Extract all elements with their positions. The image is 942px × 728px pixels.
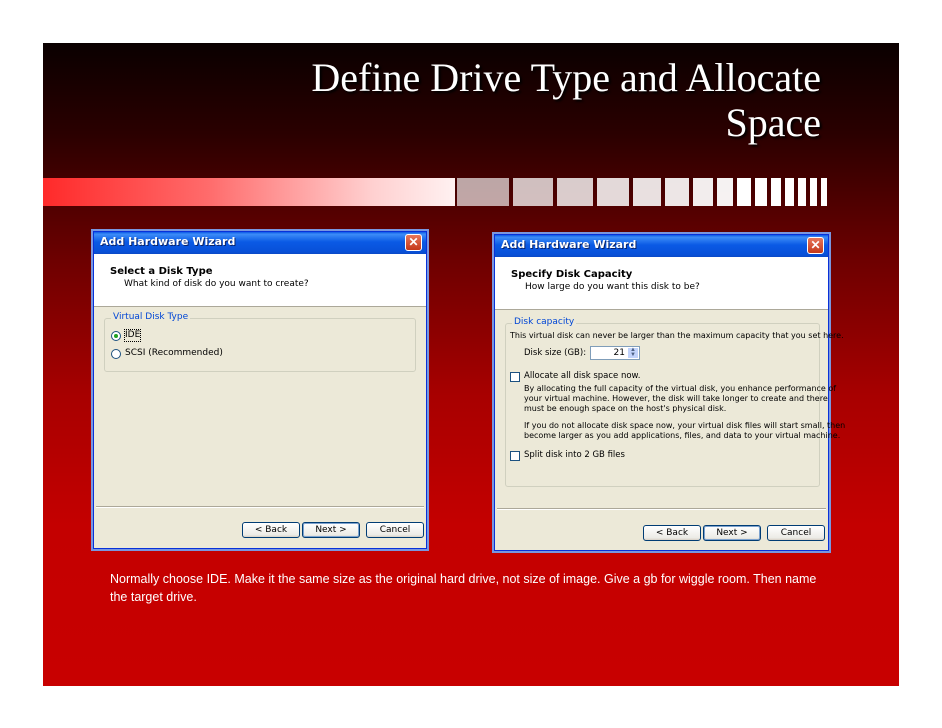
header-subtitle: What kind of disk do you want to create? xyxy=(124,279,309,289)
decorative-square xyxy=(633,178,661,206)
decorative-square xyxy=(798,178,806,206)
slide-title: Define Drive Type and Allocate Space xyxy=(101,55,821,145)
slide-title-line1: Define Drive Type and Allocate xyxy=(311,55,821,100)
ide-label[interactable]: IDE xyxy=(123,329,142,342)
group-label: Disk capacity xyxy=(512,317,577,327)
allocate-desc-2: your virtual machine. However, the disk … xyxy=(524,394,828,403)
split-label[interactable]: Split disk into 2 GB files xyxy=(524,450,625,461)
allocate-checkbox[interactable] xyxy=(510,372,520,382)
cancel-button[interactable]: Cancel xyxy=(767,525,825,541)
decorative-square xyxy=(693,178,713,206)
window-title: Add Hardware Wizard xyxy=(501,238,637,251)
decorative-square xyxy=(810,178,817,206)
decorative-square xyxy=(717,178,733,206)
disk-type-group: Virtual Disk Type IDE SCSI (Recommended) xyxy=(104,312,416,372)
cancel-button[interactable]: Cancel xyxy=(366,522,424,538)
window-title: Add Hardware Wizard xyxy=(100,235,236,248)
close-icon[interactable]: ✕ xyxy=(405,234,422,251)
next-button[interactable]: Next > xyxy=(703,525,761,541)
disk-size-value[interactable]: 21 xyxy=(614,348,625,358)
slide-note: Normally choose IDE. Make it the same si… xyxy=(110,572,817,604)
decorative-square xyxy=(771,178,781,206)
allocate-desc-1: By allocating the full capacity of the v… xyxy=(524,384,837,393)
spin-arrows-icon[interactable]: ▲ ▼ xyxy=(628,347,638,358)
allocate-desc-3: must be enough space on the host's physi… xyxy=(524,404,727,413)
ide-radio[interactable] xyxy=(111,331,121,341)
disk-capacity-group: Disk capacity This virtual disk can neve… xyxy=(505,317,845,487)
scsi-radio[interactable] xyxy=(111,349,121,359)
decorative-square xyxy=(737,178,751,206)
next-button[interactable]: Next > xyxy=(302,522,360,538)
decorative-square xyxy=(785,178,794,206)
decorative-square xyxy=(665,178,689,206)
decorative-square xyxy=(597,178,629,206)
title-bar: Add Hardware Wizard ✕ xyxy=(495,235,828,257)
decorative-square xyxy=(457,178,509,206)
back-button[interactable]: < Back xyxy=(242,522,300,538)
scsi-label[interactable]: SCSI (Recommended) xyxy=(125,348,223,359)
decorative-square xyxy=(755,178,767,206)
capacity-note: This virtual disk can never be larger th… xyxy=(510,331,844,340)
wizard-header: Select a Disk Type What kind of disk do … xyxy=(94,254,426,307)
header-subtitle: How large do you want this disk to be? xyxy=(525,282,700,292)
grow-desc-1: If you do not allocate disk space now, y… xyxy=(524,421,846,430)
divider xyxy=(497,508,826,510)
group-label: Virtual Disk Type xyxy=(111,312,191,322)
divider xyxy=(96,506,424,508)
allocate-label[interactable]: Allocate all disk space now. xyxy=(524,371,640,382)
grow-desc-2: become larger as you add applications, f… xyxy=(524,431,841,440)
decorative-gradient-bar xyxy=(43,178,455,206)
title-bar: Add Hardware Wizard ✕ xyxy=(94,232,426,254)
decorative-square xyxy=(557,178,593,206)
wizard-header: Specify Disk Capacity How large do you w… xyxy=(495,257,828,310)
back-button[interactable]: < Back xyxy=(643,525,701,541)
wizard-window-disk-type: Add Hardware Wizard ✕ Select a Disk Type… xyxy=(93,231,427,549)
decorative-square xyxy=(821,178,827,206)
close-icon[interactable]: ✕ xyxy=(807,237,824,254)
decorative-square xyxy=(513,178,553,206)
split-checkbox[interactable] xyxy=(510,451,520,461)
header-title: Specify Disk Capacity xyxy=(511,269,633,280)
disk-size-label: Disk size (GB): xyxy=(524,348,587,358)
header-title: Select a Disk Type xyxy=(110,266,213,277)
disk-size-spinner[interactable]: 21 ▲ ▼ xyxy=(590,346,640,360)
wizard-window-disk-capacity: Add Hardware Wizard ✕ Specify Disk Capac… xyxy=(494,234,845,551)
slide-title-line2: Space xyxy=(725,100,821,145)
